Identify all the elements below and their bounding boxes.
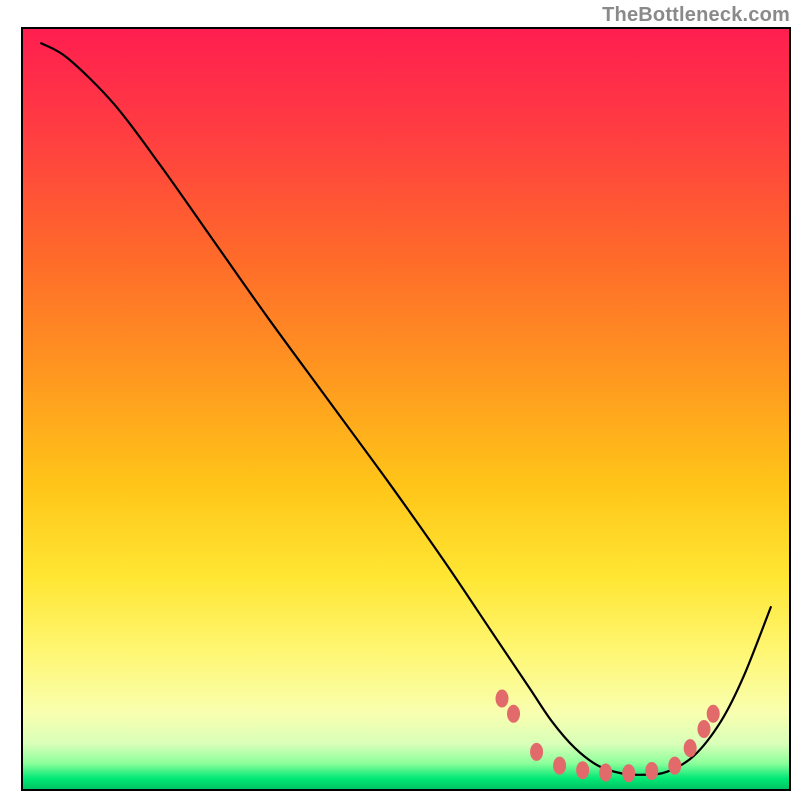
optimal-marker [645, 762, 658, 780]
optimal-marker [553, 757, 566, 775]
optimal-marker [707, 705, 720, 723]
optimal-marker [622, 764, 635, 782]
bottleneck-chart [0, 0, 800, 800]
optimal-marker [668, 757, 681, 775]
gradient-background [22, 28, 790, 790]
optimal-marker [684, 739, 697, 757]
optimal-marker [576, 761, 589, 779]
optimal-marker [599, 763, 612, 781]
optimal-marker [697, 720, 710, 738]
optimal-marker [496, 690, 509, 708]
optimal-marker [530, 743, 543, 761]
optimal-marker [507, 705, 520, 723]
watermark-text: TheBottleneck.com [602, 4, 790, 27]
